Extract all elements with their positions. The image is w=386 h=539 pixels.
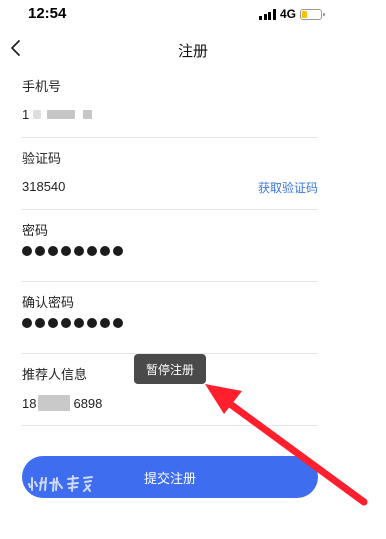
page-title: 注册 — [177, 43, 208, 60]
password-label: 密码 — [22, 223, 49, 238]
get-code-button[interactable]: 获取验证码 — [258, 179, 318, 196]
confirm-password-dots[interactable] — [22, 318, 123, 328]
password-dot — [74, 318, 84, 328]
signal-icon — [259, 8, 276, 20]
battery-icon — [300, 8, 325, 20]
verification-code-field[interactable]: 验证码 318540 获取验证码 — [22, 138, 318, 210]
password-dots[interactable] — [22, 246, 123, 256]
watermark-logo — [28, 475, 93, 492]
referrer-value-suffix: 6898 — [73, 395, 103, 411]
status-indicators: 4G — [259, 7, 325, 21]
password-dot — [35, 318, 45, 328]
password-dot — [113, 246, 123, 256]
referrer-value-prefix: 18 — [22, 395, 37, 411]
password-dot — [74, 246, 84, 256]
password-dot — [48, 318, 58, 328]
referrer-value[interactable]: 18 6898 — [22, 395, 102, 411]
password-dot — [100, 318, 110, 328]
nav-bar: 注册 — [0, 30, 386, 66]
code-value[interactable]: 318540 — [22, 179, 65, 194]
password-dot — [22, 246, 32, 256]
referrer-label: 推荐人信息 — [22, 367, 88, 382]
pause-registration-toast: 暂停注册 — [134, 354, 206, 384]
status-bar: 12:54 4G — [0, 0, 386, 30]
confirm-password-field[interactable]: 确认密码 — [22, 282, 318, 354]
phone-field[interactable]: 手机号 1 — [22, 66, 318, 138]
confirm-password-label: 确认密码 — [22, 295, 75, 310]
password-dot — [61, 246, 71, 256]
password-dot — [61, 318, 71, 328]
status-time: 12:54 — [28, 5, 67, 22]
password-dot — [22, 318, 32, 328]
phone-value[interactable]: 1 — [22, 107, 93, 122]
password-field[interactable]: 密码 — [22, 210, 318, 282]
password-dot — [35, 246, 45, 256]
network-type: 4G — [279, 7, 296, 21]
password-dot — [87, 318, 97, 328]
battery-level — [302, 10, 307, 18]
password-dot — [87, 246, 97, 256]
password-dot — [100, 246, 110, 256]
code-label: 验证码 — [22, 151, 62, 166]
password-dot — [113, 318, 123, 328]
phone-value-prefix: 1 — [22, 107, 30, 122]
phone-label: 手机号 — [22, 79, 62, 94]
password-dot — [48, 246, 58, 256]
